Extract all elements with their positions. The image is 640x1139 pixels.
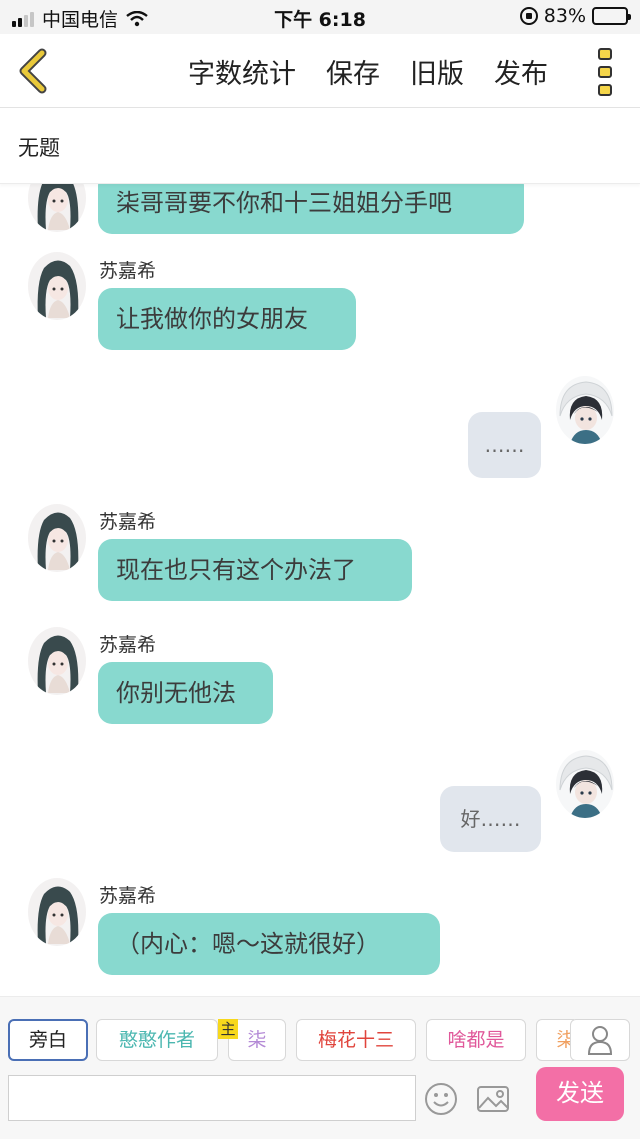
avatar-left[interactable] xyxy=(28,252,86,320)
owner-badge: 主 xyxy=(218,1019,238,1039)
emoji-icon[interactable] xyxy=(424,1082,458,1116)
message-bubble[interactable]: （内心：嗯～这就很好） xyxy=(98,913,440,975)
old-version-button[interactable]: 旧版 xyxy=(410,52,464,91)
more-menu-icon[interactable] xyxy=(598,48,614,96)
message-bubble[interactable]: 好…… xyxy=(440,786,541,852)
back-arrow-icon[interactable] xyxy=(14,48,54,94)
word-count-button[interactable]: 字数统计 xyxy=(188,52,296,91)
message-bubble[interactable]: 现在也只有这个办法了 xyxy=(98,539,412,601)
character-avatar-icon xyxy=(28,878,86,946)
avatar-right[interactable] xyxy=(556,376,614,444)
battery-percent: 83% xyxy=(543,5,586,27)
character-avatar-icon xyxy=(28,252,86,320)
save-button[interactable]: 保存 xyxy=(326,52,380,91)
character-avatar-icon xyxy=(556,750,614,818)
avatar-left[interactable] xyxy=(28,184,86,232)
character-avatar-icon xyxy=(28,504,86,572)
publish-button[interactable]: 发布 xyxy=(494,52,548,91)
title-bar[interactable]: 无题 xyxy=(0,108,640,184)
message-bubble[interactable]: …… xyxy=(468,412,541,478)
character-avatar-icon xyxy=(28,184,86,232)
input-panel: 旁白 憨憨作者柒梅花十三 啥都是柒 主 发送 xyxy=(0,996,640,1139)
chat-list[interactable]: 柒哥哥要不你和十三姐姐分手吧苏嘉希让我做你的女朋友柒……苏嘉希现在也只有这个办法… xyxy=(0,184,640,996)
message-input[interactable] xyxy=(8,1075,416,1121)
status-bar: 中国电信 下午 6:18 83% xyxy=(0,0,640,34)
battery-icon xyxy=(592,7,631,25)
avatar-left[interactable] xyxy=(28,878,86,946)
message-bubble[interactable]: 让我做你的女朋友 xyxy=(98,288,356,350)
role-chip[interactable]: 柒 xyxy=(536,1019,574,1061)
nav-actions: 字数统计 保存 旧版 发布 xyxy=(188,52,548,91)
role-selector[interactable]: 旁白 憨憨作者柒梅花十三 啥都是柒 xyxy=(8,1019,574,1063)
orientation-lock-icon xyxy=(519,7,538,25)
speaker-name: 苏嘉希 xyxy=(99,885,157,907)
message-bubble[interactable]: 你别无他法 xyxy=(98,662,273,724)
status-right: 83% xyxy=(519,5,631,27)
character-avatar-icon xyxy=(556,376,614,444)
avatar-right[interactable] xyxy=(556,750,614,818)
character-avatar-icon xyxy=(28,627,86,695)
send-button[interactable]: 发送 xyxy=(536,1067,624,1121)
app-root: 中国电信 下午 6:18 83% 字数统计 保存 旧版 发布 无题 柒哥哥要不你… xyxy=(0,0,640,1139)
avatar-left[interactable] xyxy=(28,504,86,572)
role-chip[interactable]: 憨憨作者 xyxy=(96,1019,218,1061)
role-chip[interactable]: 啥都是 xyxy=(426,1019,526,1061)
user-icon xyxy=(587,1026,613,1055)
avatar-left[interactable] xyxy=(28,627,86,695)
nav-bar: 字数统计 保存 旧版 发布 xyxy=(0,34,640,108)
role-chip[interactable]: 旁白 xyxy=(8,1019,88,1061)
speaker-name: 苏嘉希 xyxy=(99,511,157,533)
speaker-name: 苏嘉希 xyxy=(99,634,157,656)
character-manager-button[interactable] xyxy=(570,1019,630,1061)
role-chip[interactable]: 梅花十三 xyxy=(296,1019,416,1061)
image-icon[interactable] xyxy=(476,1082,510,1116)
speaker-name: 苏嘉希 xyxy=(99,260,157,282)
message-bubble[interactable]: 柒哥哥要不你和十三姐姐分手吧 xyxy=(98,184,524,234)
story-title: 无题 xyxy=(18,136,60,160)
